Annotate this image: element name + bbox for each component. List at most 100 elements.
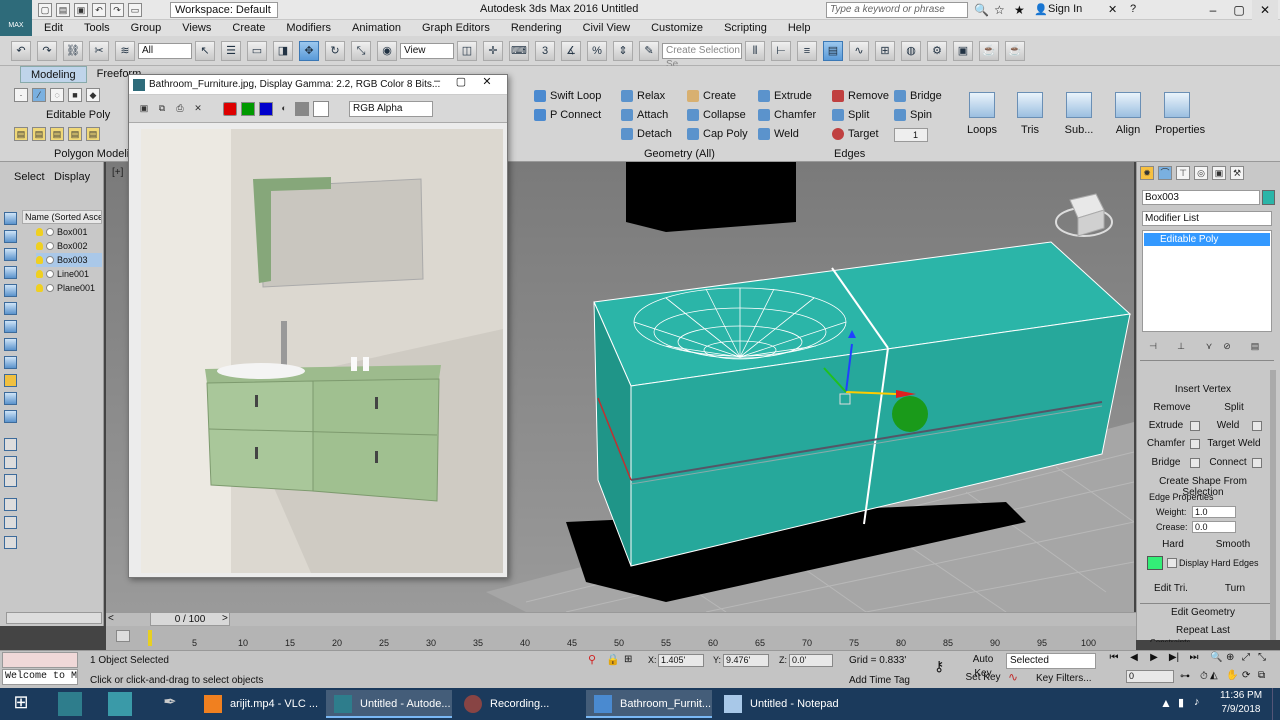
light-bulb-icon[interactable] bbox=[36, 228, 43, 236]
favorites-icon[interactable]: ★ bbox=[1014, 3, 1025, 17]
display-tab-icon[interactable]: ▣ bbox=[1212, 166, 1226, 180]
new-file-icon[interactable]: ▢ bbox=[38, 3, 52, 17]
pinned-pen-icon[interactable]: ✒ bbox=[158, 692, 182, 716]
y-coordinate-field[interactable]: 9.476' bbox=[723, 654, 769, 667]
search-filter-icon[interactable] bbox=[4, 516, 17, 529]
weld-settings-icon[interactable] bbox=[1252, 421, 1262, 431]
exchange-icon[interactable]: ✕ bbox=[1108, 3, 1117, 16]
attach-button[interactable]: Attach bbox=[621, 109, 668, 121]
monochrome-icon[interactable] bbox=[295, 101, 309, 116]
keyboard-shortcut-icon[interactable]: ⌨ bbox=[509, 40, 529, 61]
menu-help[interactable]: Help bbox=[788, 22, 811, 34]
menu-create[interactable]: Create bbox=[232, 22, 265, 34]
app-logo[interactable]: MAX bbox=[0, 0, 32, 36]
key-icon[interactable]: ⚷ bbox=[934, 658, 944, 675]
crease-spinner[interactable]: 0.0 bbox=[1192, 521, 1236, 533]
render-production-icon[interactable]: ☕ bbox=[979, 40, 999, 61]
element-icon[interactable]: ◆ bbox=[86, 88, 100, 102]
search-input[interactable]: Type a keyword or phrase bbox=[826, 2, 968, 18]
minimize-button[interactable]: – bbox=[1200, 0, 1226, 20]
viewer-close-button[interactable]: ✕ bbox=[475, 75, 499, 91]
pivot-center-icon[interactable]: ◫ bbox=[457, 40, 477, 61]
render-setup-icon[interactable]: ⚙ bbox=[927, 40, 947, 61]
display-lights-icon[interactable] bbox=[4, 284, 17, 297]
light-bulb-icon[interactable] bbox=[36, 270, 43, 278]
maxscript-listener-top[interactable] bbox=[2, 652, 78, 668]
image-viewer-window[interactable]: Bathroom_Furniture.jpg, Display Gamma: 2… bbox=[128, 74, 508, 578]
scene-item-box003[interactable]: Box003 bbox=[36, 253, 102, 267]
select-object-icon[interactable]: ↖ bbox=[195, 40, 215, 61]
scale-icon[interactable]: ⤡ bbox=[351, 40, 371, 61]
weld-button[interactable]: Weld bbox=[758, 128, 799, 140]
children-icon[interactable] bbox=[4, 474, 17, 487]
display-all-icon[interactable] bbox=[4, 230, 17, 243]
chamfer-edge-button[interactable]: Chamfer bbox=[1144, 438, 1188, 449]
bridge-edge-button[interactable]: Bridge bbox=[1144, 457, 1188, 468]
make-unique-icon[interactable]: ⋎ bbox=[1202, 340, 1216, 354]
edit-named-sel-icon[interactable]: ✎ bbox=[639, 40, 659, 61]
percent-snap-icon[interactable]: % bbox=[587, 40, 607, 61]
current-time-marker[interactable] bbox=[148, 630, 152, 646]
background-color-swatch[interactable] bbox=[313, 100, 329, 117]
show-desktop-button[interactable] bbox=[1272, 688, 1280, 720]
maxscript-input[interactable]: Welcome to M bbox=[2, 669, 78, 685]
motion-tab-icon[interactable]: ◎ bbox=[1194, 166, 1208, 180]
tab-modeling[interactable]: Modeling bbox=[20, 66, 87, 83]
display-bones-icon[interactable] bbox=[4, 392, 17, 405]
schematic-view-icon[interactable]: ⊞ bbox=[875, 40, 895, 61]
edge-icon[interactable]: ⁄ bbox=[32, 88, 46, 102]
print-icon[interactable]: ⎙ bbox=[173, 102, 187, 116]
explorer-scrollbar[interactable] bbox=[6, 612, 102, 624]
time-next-icon[interactable]: > bbox=[222, 613, 228, 624]
named-selection-dropdown[interactable]: Create Selection Se bbox=[662, 42, 742, 70]
viewport-menu-icon[interactable]: [+] bbox=[112, 167, 123, 178]
modify-mode-icon[interactable]: ▤ bbox=[14, 127, 28, 141]
key-filters-button[interactable]: Key Filters... bbox=[1036, 673, 1092, 684]
display-hard-edges-checkbox[interactable] bbox=[1167, 558, 1177, 568]
utilities-tab-icon[interactable]: ⚒ bbox=[1230, 166, 1244, 180]
target-button[interactable]: Target bbox=[832, 128, 879, 140]
align-button[interactable]: Align bbox=[1106, 86, 1150, 156]
create-tab-icon[interactable]: ✹ bbox=[1140, 166, 1154, 180]
time-slider-handle[interactable]: 0 / 100 bbox=[150, 612, 230, 626]
workspace-dropdown[interactable]: Workspace: Default bbox=[170, 2, 278, 18]
light-bulb-icon[interactable] bbox=[36, 242, 43, 250]
save-icon[interactable]: ▣ bbox=[74, 3, 88, 17]
visibility-icon[interactable] bbox=[46, 242, 54, 250]
collapse-button[interactable]: Collapse bbox=[687, 109, 746, 121]
configure-sets-icon[interactable]: ▤ bbox=[1248, 340, 1262, 354]
tris-button[interactable]: Tris bbox=[1008, 86, 1052, 156]
target-weld-button[interactable]: Target Weld bbox=[1206, 438, 1262, 449]
spin-button[interactable]: Spin bbox=[894, 109, 932, 121]
auto-key-button[interactable]: Auto Key bbox=[963, 653, 1003, 679]
object-color-swatch[interactable] bbox=[1262, 190, 1275, 205]
prev-frame-icon[interactable]: ◀ bbox=[1124, 652, 1144, 663]
display-shapes-icon[interactable] bbox=[4, 266, 17, 279]
render-iterative-icon[interactable]: ☕ bbox=[1005, 40, 1025, 61]
tab-select[interactable]: Select bbox=[14, 171, 45, 183]
select-by-name-icon[interactable]: ☰ bbox=[221, 40, 241, 61]
display-helpers-icon[interactable] bbox=[4, 320, 17, 333]
zoom-extents-icon[interactable]: ⤢ bbox=[1242, 652, 1258, 663]
selection-lock-icon[interactable]: 🔒 bbox=[606, 653, 620, 666]
add-time-tag[interactable]: Add Time Tag bbox=[849, 675, 910, 686]
weld-threshold-field[interactable]: 1 bbox=[894, 128, 928, 142]
menu-modifiers[interactable]: Modifiers bbox=[286, 22, 331, 34]
curve-editor-icon[interactable]: ∿ bbox=[849, 40, 869, 61]
move-icon[interactable]: ✥ bbox=[299, 40, 319, 61]
clear-icon[interactable]: ✕ bbox=[191, 102, 205, 116]
subdivision-button[interactable]: Sub... bbox=[1057, 86, 1101, 156]
project-folder-icon[interactable]: ▭ bbox=[128, 3, 142, 17]
taskbar-image-viewer[interactable]: Bathroom_Furnit... bbox=[586, 690, 712, 718]
mirror-icon[interactable]: ⫴ bbox=[745, 40, 765, 61]
clock-date[interactable]: 7/9/2018 bbox=[1218, 704, 1264, 715]
orbit-icon[interactable]: ⟳ bbox=[1242, 670, 1258, 681]
tray-volume-icon[interactable]: ♪ bbox=[1194, 696, 1200, 708]
display-warps-icon[interactable] bbox=[4, 338, 17, 351]
visibility-icon[interactable] bbox=[46, 284, 54, 292]
border-icon[interactable]: ◌ bbox=[50, 88, 64, 102]
clone-icon[interactable]: ⧉ bbox=[155, 102, 169, 116]
polygon-icon[interactable]: ■ bbox=[68, 88, 82, 102]
show-end-icon[interactable]: ▤ bbox=[50, 127, 64, 141]
green-channel-icon[interactable] bbox=[241, 101, 255, 116]
